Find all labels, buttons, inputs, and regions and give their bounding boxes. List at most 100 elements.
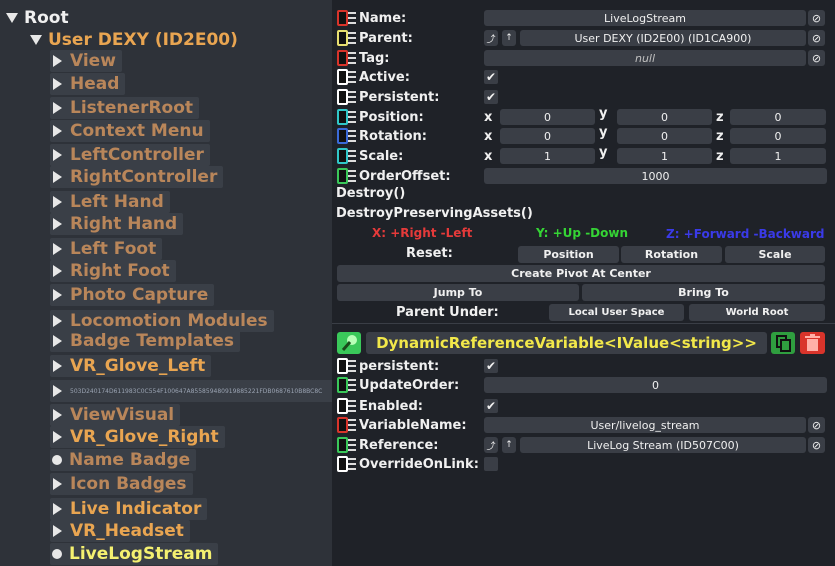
expand-arrow-icon[interactable] <box>53 478 62 490</box>
tree-item-chip[interactable]: VR_Headset <box>50 520 190 542</box>
hamburger-icon[interactable] <box>348 419 356 431</box>
tree-item[interactable]: Badge Templates <box>50 330 241 352</box>
tree-root[interactable]: Root <box>6 7 69 29</box>
open-parent-button[interactable]: ⤴ <box>484 30 498 46</box>
tree-item-chip[interactable]: Right Hand <box>50 213 184 235</box>
tree-item[interactable]: Context Menu <box>50 120 210 142</box>
tree-item-label[interactable]: Right Foot <box>70 261 170 281</box>
tree-item-label[interactable]: Live Indicator <box>70 499 201 519</box>
tree-item-label[interactable]: Photo Capture <box>70 285 208 305</box>
position-x-field[interactable]: 0 <box>500 109 595 125</box>
field-reference-icon[interactable] <box>337 168 348 184</box>
tree-root-label[interactable]: Root <box>24 8 69 28</box>
scale-z-field[interactable]: 1 <box>730 148 826 164</box>
null-button[interactable]: ⊘ <box>808 30 825 46</box>
tree-item-label[interactable]: 503D240174D611983C0C554F100647A855859480… <box>70 388 322 395</box>
tree-item[interactable]: Left Hand <box>50 191 170 213</box>
collapse-arrow-icon[interactable] <box>30 35 42 45</box>
tree-item-label[interactable]: LeftController <box>70 145 204 165</box>
tree-item-chip[interactable]: LiveLogStream <box>50 543 219 565</box>
position-y-field[interactable]: 0 <box>617 109 712 125</box>
expand-arrow-icon[interactable] <box>53 315 62 327</box>
expand-arrow-icon[interactable] <box>53 431 62 443</box>
tree-item-label[interactable]: Locomotion Modules <box>70 311 268 331</box>
up-button[interactable]: ↑ <box>502 437 516 453</box>
tree-item-chip[interactable]: Icon Badges <box>50 473 193 495</box>
tree-user-label[interactable]: User DEXY (ID2E00) <box>48 30 238 50</box>
expand-arrow-icon[interactable] <box>53 335 62 347</box>
hamburger-icon[interactable] <box>348 130 356 142</box>
tree-item-chip[interactable]: Context Menu <box>50 120 210 142</box>
expand-arrow-icon[interactable] <box>53 525 62 537</box>
persistent-checkbox[interactable]: ✔ <box>484 90 498 104</box>
tree-item-label[interactable]: Icon Badges <box>70 474 187 494</box>
field-reference-icon[interactable] <box>337 456 348 472</box>
field-reference-icon[interactable] <box>337 128 348 144</box>
tree-item[interactable]: Live Indicator <box>50 498 208 520</box>
field-reference-icon[interactable] <box>337 30 348 46</box>
position-z-field[interactable]: 0 <box>730 109 826 125</box>
hamburger-icon[interactable] <box>348 71 356 83</box>
field-reference-icon[interactable] <box>337 377 348 393</box>
hamburger-icon[interactable] <box>348 12 356 24</box>
tree-item[interactable]: Locomotion Modules <box>50 310 274 332</box>
field-reference-icon[interactable] <box>337 148 348 164</box>
hamburger-icon[interactable] <box>348 458 356 470</box>
tree-item-label[interactable]: Badge Templates <box>70 331 234 351</box>
comp-persistent-checkbox[interactable]: ✔ <box>484 359 498 373</box>
tree-item-chip[interactable]: Left Foot <box>50 238 163 260</box>
tree-item-chip[interactable]: Name Badge <box>50 449 197 471</box>
tree-item[interactable]: Name Badge <box>50 449 197 471</box>
expand-arrow-icon[interactable] <box>53 218 62 230</box>
destroy-preserving-assets-action[interactable]: DestroyPreservingAssets() <box>336 206 533 221</box>
hamburger-icon[interactable] <box>348 52 356 64</box>
create-pivot-button[interactable]: Create Pivot At Center <box>337 265 825 282</box>
name-field[interactable]: LiveLogStream <box>484 10 806 26</box>
duplicate-component-button[interactable] <box>771 332 795 354</box>
rotation-x-field[interactable]: 0 <box>500 128 595 144</box>
tree-item-label[interactable]: VR_Glove_Left <box>70 356 205 376</box>
tree-item-chip[interactable]: Right Foot <box>50 260 176 282</box>
tree-item[interactable]: ViewVisual <box>50 404 181 426</box>
up-button[interactable]: ↑ <box>502 30 516 46</box>
delete-component-button[interactable] <box>800 332 825 354</box>
scale-y-field[interactable]: 1 <box>617 148 712 164</box>
expand-arrow-icon[interactable] <box>53 409 62 421</box>
tree-item-chip[interactable]: ViewVisual <box>50 404 181 426</box>
tree-item[interactable]: VR_Glove_Left <box>50 355 212 377</box>
reset-rotation-button[interactable]: Rotation <box>621 246 722 263</box>
tree-item[interactable]: Photo Capture <box>50 284 215 306</box>
field-reference-icon[interactable] <box>337 50 348 66</box>
reset-scale-button[interactable]: Scale <box>725 246 825 263</box>
leaf-dot-icon[interactable] <box>52 549 62 559</box>
tree-item-label[interactable]: Left Foot <box>70 239 156 259</box>
expand-arrow-icon[interactable] <box>53 265 62 277</box>
rotation-y-field[interactable]: 0 <box>617 128 712 144</box>
tree-item-label[interactable]: VR_Glove_Right <box>70 427 219 447</box>
tree-item-label[interactable]: Left Hand <box>70 192 164 212</box>
field-reference-icon[interactable] <box>337 10 348 26</box>
tree-item-chip[interactable]: Locomotion Modules <box>50 310 274 332</box>
expand-arrow-icon[interactable] <box>53 503 62 515</box>
field-reference-icon[interactable] <box>337 417 348 433</box>
tree-item[interactable]: Right Hand <box>50 213 184 235</box>
expand-arrow-icon[interactable] <box>53 196 62 208</box>
expand-arrow-icon[interactable] <box>53 360 62 372</box>
tree-item-label[interactable]: ViewVisual <box>70 405 174 425</box>
variablename-field[interactable]: User/livelog_stream <box>484 417 806 433</box>
tree-item[interactable]: RightController <box>50 166 224 188</box>
orderoffset-field[interactable]: 1000 <box>484 168 827 184</box>
null-button[interactable]: ⊘ <box>808 10 825 26</box>
expand-arrow-icon[interactable] <box>53 243 62 255</box>
hamburger-icon[interactable] <box>348 170 356 182</box>
open-reference-button[interactable]: ⤴ <box>484 437 498 453</box>
hamburger-icon[interactable] <box>348 400 356 412</box>
active-checkbox[interactable]: ✔ <box>484 70 498 84</box>
hamburger-icon[interactable] <box>348 150 356 162</box>
tag-field[interactable]: null <box>484 50 806 66</box>
tree-item[interactable]: VR_Glove_Right <box>50 426 225 448</box>
hamburger-icon[interactable] <box>348 379 356 391</box>
tree-item[interactable]: Right Foot <box>50 260 176 282</box>
tree-item[interactable]: LeftController <box>50 144 210 166</box>
expand-arrow-icon[interactable] <box>53 385 62 397</box>
